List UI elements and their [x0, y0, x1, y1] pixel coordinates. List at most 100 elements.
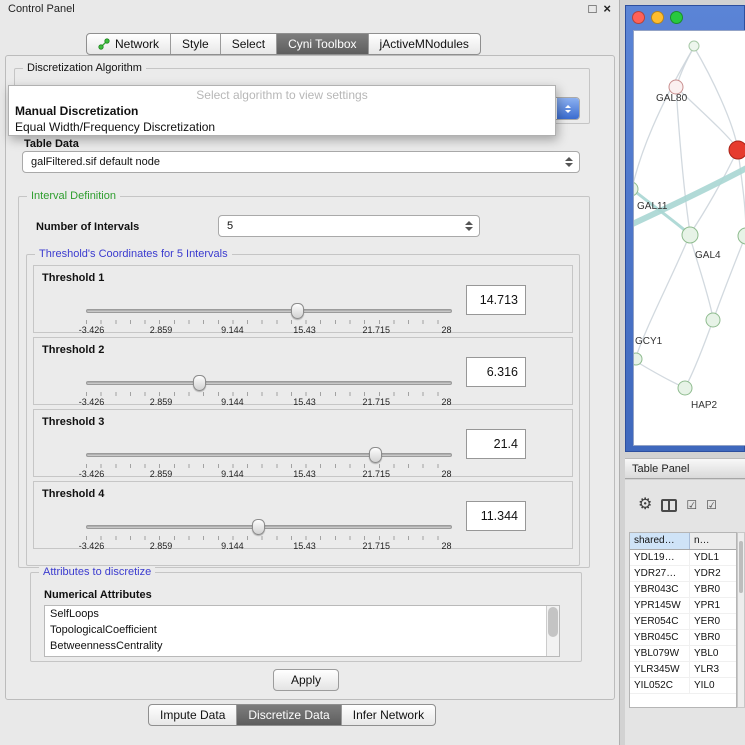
scale-label: 15.43: [293, 325, 316, 335]
scale-label: 21.715: [362, 325, 390, 335]
slider-track[interactable]: [86, 309, 452, 313]
slider-ticks: [86, 464, 452, 468]
scale-label: 9.144: [221, 541, 244, 551]
combo-arrows-icon[interactable]: [565, 157, 573, 167]
network-node[interactable]: [738, 228, 745, 244]
tab-jactivemnodules[interactable]: jActiveMNodules: [368, 34, 480, 54]
numerical-attributes-label: Numerical Attributes: [44, 589, 152, 601]
scrollbar-thumb[interactable]: [548, 607, 558, 637]
scale-label: 9.144: [221, 397, 244, 407]
threshold-value-input[interactable]: 14.713: [466, 285, 526, 315]
network-edge[interactable]: [634, 163, 745, 227]
threshold-value-input[interactable]: 21.4: [466, 429, 526, 459]
group-title: Attributes to discretize: [39, 566, 155, 578]
slider-ticks: [86, 320, 452, 324]
slider-scale: -3.426 2.859 9.144 15.43 21.715 28: [86, 325, 452, 336]
settings-gear-icon[interactable]: ⚙: [638, 497, 652, 513]
tab-network[interactable]: Network: [87, 34, 170, 54]
list-item[interactable]: SelfLoops: [45, 606, 559, 622]
slider-thumb[interactable]: [369, 447, 382, 463]
column-header-shared-name[interactable]: shared…: [630, 533, 690, 549]
network-edge[interactable]: [677, 47, 694, 85]
network-edge[interactable]: [686, 323, 712, 386]
thresholds-group: Threshold's Coordinates for 5 Intervals …: [26, 254, 580, 566]
float-window-icon[interactable]: □: [589, 1, 597, 16]
tab-impute-data[interactable]: Impute Data: [149, 705, 236, 725]
column-header-name[interactable]: n…: [690, 533, 736, 549]
threshold-value-input[interactable]: 11.344: [466, 501, 526, 531]
slider-thumb[interactable]: [291, 303, 304, 319]
table-row[interactable]: YIL052CYIL0: [630, 678, 736, 694]
network-node[interactable]: [689, 41, 699, 51]
threshold-label: Threshold 4: [42, 488, 104, 500]
network-node[interactable]: [678, 381, 692, 395]
network-node-label: GCY1: [635, 336, 662, 347]
table-row[interactable]: YDR27…YDR2: [630, 566, 736, 582]
network-canvas[interactable]: GAL80GAL11GAL4GCY1HAP2: [633, 30, 745, 446]
table-row[interactable]: YDL19…YDL1: [630, 550, 736, 566]
cell: YDL19…: [630, 550, 690, 565]
tab-discretize-data[interactable]: Discretize Data: [236, 705, 340, 725]
network-node[interactable]: [634, 353, 642, 365]
list-scrollbar[interactable]: [546, 606, 559, 656]
scale-label: 15.43: [293, 541, 316, 551]
threshold-3-block: Threshold 3 -3.426 2.859 9.144 15.43 21.…: [33, 409, 573, 477]
minimize-traffic-light-icon[interactable]: [651, 11, 664, 24]
network-node[interactable]: [729, 141, 745, 159]
control-panel-window: Control Panel □ × Network Style Select C…: [0, 0, 620, 745]
table-row[interactable]: YBR043CYBR0: [630, 582, 736, 598]
threshold-value-input[interactable]: 6.316: [466, 357, 526, 387]
scale-label: 9.144: [221, 469, 244, 479]
table-data-select[interactable]: galFiltered.sif default node: [22, 151, 580, 173]
scale-label: -3.426: [79, 397, 105, 407]
combo-arrows-icon[interactable]: [557, 98, 579, 119]
scale-label: -3.426: [79, 541, 105, 551]
tab-select[interactable]: Select: [220, 34, 276, 54]
table-row[interactable]: YBL079WYBL0: [630, 646, 736, 662]
network-edge[interactable]: [738, 151, 745, 233]
cell: YDR2: [690, 566, 736, 581]
table-row[interactable]: YER054CYER0: [630, 614, 736, 630]
scrollbar-thumb[interactable]: [739, 541, 743, 593]
menu-item-equal-width-frequency[interactable]: Equal Width/Frequency Discretization: [9, 119, 555, 135]
select-none-icon[interactable]: ☑: [706, 498, 717, 512]
scale-label: 2.859: [150, 325, 173, 335]
slider-track[interactable]: [86, 525, 452, 529]
close-icon[interactable]: ×: [603, 1, 611, 16]
network-node[interactable]: [669, 80, 683, 94]
list-item[interactable]: TopologicalCoefficient: [45, 622, 559, 638]
table-row[interactable]: YPR145WYPR1: [630, 598, 736, 614]
select-all-icon[interactable]: ☑: [686, 498, 697, 512]
cell: YLR345W: [630, 662, 690, 677]
network-node[interactable]: [682, 227, 698, 243]
table-row[interactable]: YLR345WYLR3: [630, 662, 736, 678]
slider-thumb[interactable]: [252, 519, 265, 535]
tab-infer-network[interactable]: Infer Network: [341, 705, 435, 725]
list-item[interactable]: BetweennessCentrality: [45, 638, 559, 654]
network-node-label: HAP2: [691, 400, 717, 411]
number-of-intervals-select[interactable]: 5: [218, 215, 480, 237]
slider-thumb[interactable]: [193, 375, 206, 391]
network-node-label: GAL80: [656, 93, 687, 104]
tab-cyni-toolbox[interactable]: Cyni Toolbox: [276, 34, 367, 54]
threshold-label: Threshold 2: [42, 344, 104, 356]
network-edge[interactable]: [634, 47, 694, 189]
network-node[interactable]: [706, 313, 720, 327]
network-edge[interactable]: [694, 47, 737, 145]
zoom-traffic-light-icon[interactable]: [670, 11, 683, 24]
slider-track[interactable]: [86, 453, 452, 457]
network-edge[interactable]: [637, 362, 683, 387]
cell: YER054C: [630, 614, 690, 629]
close-traffic-light-icon[interactable]: [632, 11, 645, 24]
tab-label: Select: [232, 37, 265, 51]
tab-style[interactable]: Style: [170, 34, 220, 54]
table-data-value: galFiltered.sif default node: [23, 156, 160, 168]
apply-button[interactable]: Apply: [273, 669, 339, 691]
columns-icon[interactable]: [661, 499, 677, 512]
slider-track[interactable]: [86, 381, 452, 385]
combo-arrows-icon[interactable]: [465, 221, 473, 231]
menu-item-manual-discretization[interactable]: Manual Discretization: [9, 103, 555, 119]
table-scrollbar[interactable]: [737, 532, 745, 708]
network-edge[interactable]: [676, 87, 690, 233]
table-row[interactable]: YBR045CYBR0: [630, 630, 736, 646]
